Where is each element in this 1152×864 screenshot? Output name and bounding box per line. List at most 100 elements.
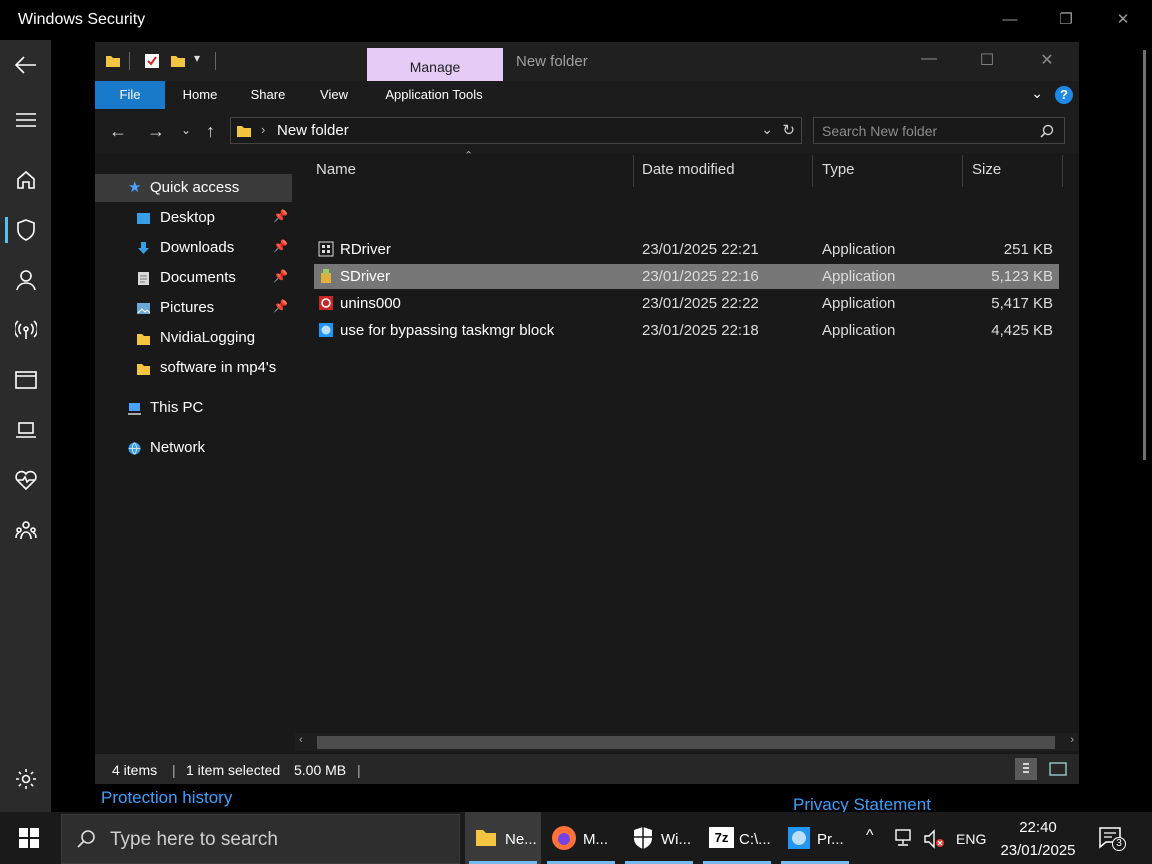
start-button[interactable]: [8, 812, 52, 864]
tab-file[interactable]: File: [95, 81, 165, 109]
manage-contextual-tab[interactable]: Manage: [367, 48, 503, 81]
security-minimize-button[interactable]: —: [987, 8, 1033, 32]
address-dropdown-chevron-icon[interactable]: ⌄: [761, 121, 773, 138]
nav-item-quick-access[interactable]: ★ Quick access: [95, 174, 292, 202]
file-row-use-for-bypassing[interactable]: use for bypassing taskmgr block 23/01/20…: [314, 318, 1059, 343]
explorer-close-button[interactable]: ✕: [1027, 50, 1067, 74]
details-view-button[interactable]: [1015, 758, 1037, 780]
column-header-type[interactable]: Type: [822, 161, 855, 178]
nav-item-this-pc[interactable]: This PC: [95, 394, 292, 422]
file-name: RDriver: [340, 241, 391, 258]
account-icon[interactable]: [0, 260, 51, 300]
tab-share[interactable]: Share: [243, 81, 293, 109]
tab-application-tools[interactable]: Application Tools: [377, 81, 491, 109]
tab-home[interactable]: Home: [173, 81, 227, 109]
large-icons-view-icon: [1049, 762, 1067, 776]
folder-icon: [137, 364, 150, 375]
quick-access-toolbar: ▾: [95, 42, 365, 80]
nav-item-label: Documents: [160, 269, 236, 286]
nav-item-label: Downloads: [160, 239, 235, 256]
horizontal-scrollbar[interactable]: ‹ ›: [295, 733, 1078, 751]
address-bar[interactable]: › New folder ⌄ ↻: [230, 117, 802, 144]
hamburger-menu-icon[interactable]: [0, 100, 51, 140]
file-type: Application: [822, 295, 896, 312]
scrollbar-thumb[interactable]: [317, 736, 1055, 749]
properties-icon[interactable]: [144, 53, 160, 69]
back-button[interactable]: ←: [109, 121, 127, 142]
recent-locations-chevron-icon[interactable]: ⌄: [181, 123, 191, 137]
large-icons-view-button[interactable]: [1047, 758, 1069, 780]
settings-gear-icon[interactable]: [0, 759, 51, 799]
process-explorer-icon: [788, 827, 810, 849]
file-row-rdriver[interactable]: RDriver 23/01/2025 22:21 Application 251…: [314, 237, 1059, 262]
column-header-size[interactable]: Size: [972, 161, 1001, 178]
help-icon[interactable]: ?: [1055, 86, 1073, 104]
protection-history-link[interactable]: Protection history: [101, 788, 232, 808]
nav-item-downloads[interactable]: Downloads 📌: [95, 234, 292, 262]
home-icon[interactable]: [0, 160, 51, 200]
nav-item-label: software in mp4's: [160, 359, 277, 376]
device-security-icon[interactable]: [0, 410, 51, 450]
nav-item-documents[interactable]: Documents 📌: [95, 264, 292, 292]
column-divider[interactable]: [1062, 155, 1063, 187]
scroll-right-arrow-icon[interactable]: ›: [1070, 734, 1074, 746]
taskbar-app-windows-security[interactable]: Wi...: [621, 812, 697, 864]
device-health-icon[interactable]: [0, 460, 51, 500]
notification-count-badge: 3: [1112, 837, 1126, 851]
nav-item-desktop[interactable]: Desktop 📌: [95, 204, 292, 232]
taskbar-app-7zip[interactable]: 7z C:\...: [699, 812, 775, 864]
taskbar-search-input[interactable]: [110, 827, 440, 853]
security-maximize-button[interactable]: ❐: [1043, 8, 1089, 32]
column-header-name[interactable]: Name: [316, 161, 356, 178]
forward-button[interactable]: →: [147, 121, 165, 142]
customize-toolbar-chevron-icon[interactable]: ▾: [194, 51, 200, 65]
taskbar-app-file-explorer[interactable]: Ne...: [465, 812, 541, 864]
taskbar-search-box[interactable]: [61, 814, 460, 864]
tab-view[interactable]: View: [309, 81, 359, 109]
family-options-icon[interactable]: [0, 510, 51, 550]
column-divider[interactable]: [633, 155, 634, 187]
nav-item-pictures[interactable]: Pictures 📌: [95, 294, 292, 322]
explorer-maximize-button[interactable]: ☐: [967, 50, 1007, 74]
up-button[interactable]: ↑: [206, 121, 215, 142]
file-name: use for bypassing taskmgr block: [340, 322, 555, 339]
show-hidden-icons-chevron-icon[interactable]: ^: [866, 827, 874, 845]
file-row-unins000[interactable]: unins000 23/01/2025 22:22 Application 5,…: [314, 291, 1059, 316]
taskbar-app-firefox[interactable]: M...: [543, 812, 619, 864]
search-icon[interactable]: [1040, 124, 1054, 138]
folder-icon: [237, 126, 251, 137]
clock-time[interactable]: 22:40: [998, 819, 1078, 836]
nav-item-nvidialogging[interactable]: NvidiaLogging: [95, 324, 292, 352]
firewall-network-icon[interactable]: [0, 310, 51, 350]
column-divider[interactable]: [812, 155, 813, 187]
shield-icon[interactable]: [0, 210, 51, 250]
new-folder-icon[interactable]: [170, 53, 186, 69]
security-close-button[interactable]: ✕: [1100, 8, 1146, 32]
address-path: New folder: [277, 122, 349, 139]
nav-item-label: Network: [150, 439, 206, 456]
clock-date[interactable]: 23/01/2025: [996, 842, 1080, 859]
pin-icon: 📌: [273, 209, 288, 223]
expand-ribbon-chevron-icon[interactable]: ⌄: [1031, 85, 1043, 102]
taskbar-app-process[interactable]: Pr...: [777, 812, 853, 864]
sort-ascending-icon: ⌃: [464, 150, 474, 162]
search-input[interactable]: [814, 118, 1024, 143]
network-wired-icon[interactable]: [893, 829, 915, 847]
scroll-left-arrow-icon[interactable]: ‹: [299, 734, 303, 746]
refresh-icon[interactable]: ↻: [782, 121, 795, 139]
search-box[interactable]: [813, 117, 1065, 144]
taskbar-app-label: C:\...: [739, 831, 771, 848]
security-scrollbar[interactable]: [1143, 50, 1146, 460]
action-center-button[interactable]: 3: [1098, 825, 1126, 851]
search-icon: [77, 830, 95, 848]
nav-item-software-in-mp4s[interactable]: software in mp4's: [95, 354, 292, 382]
input-language[interactable]: ENG: [956, 831, 986, 847]
volume-muted-icon[interactable]: [923, 829, 947, 849]
explorer-minimize-button[interactable]: —: [909, 50, 949, 74]
app-browser-control-icon[interactable]: [0, 360, 51, 400]
back-arrow-icon[interactable]: [0, 45, 51, 85]
file-row-sdriver[interactable]: SDriver 23/01/2025 22:16 Application 5,1…: [314, 264, 1059, 289]
nav-item-network[interactable]: Network: [95, 434, 292, 462]
column-header-date[interactable]: Date modified: [642, 161, 735, 178]
column-divider[interactable]: [962, 155, 963, 187]
